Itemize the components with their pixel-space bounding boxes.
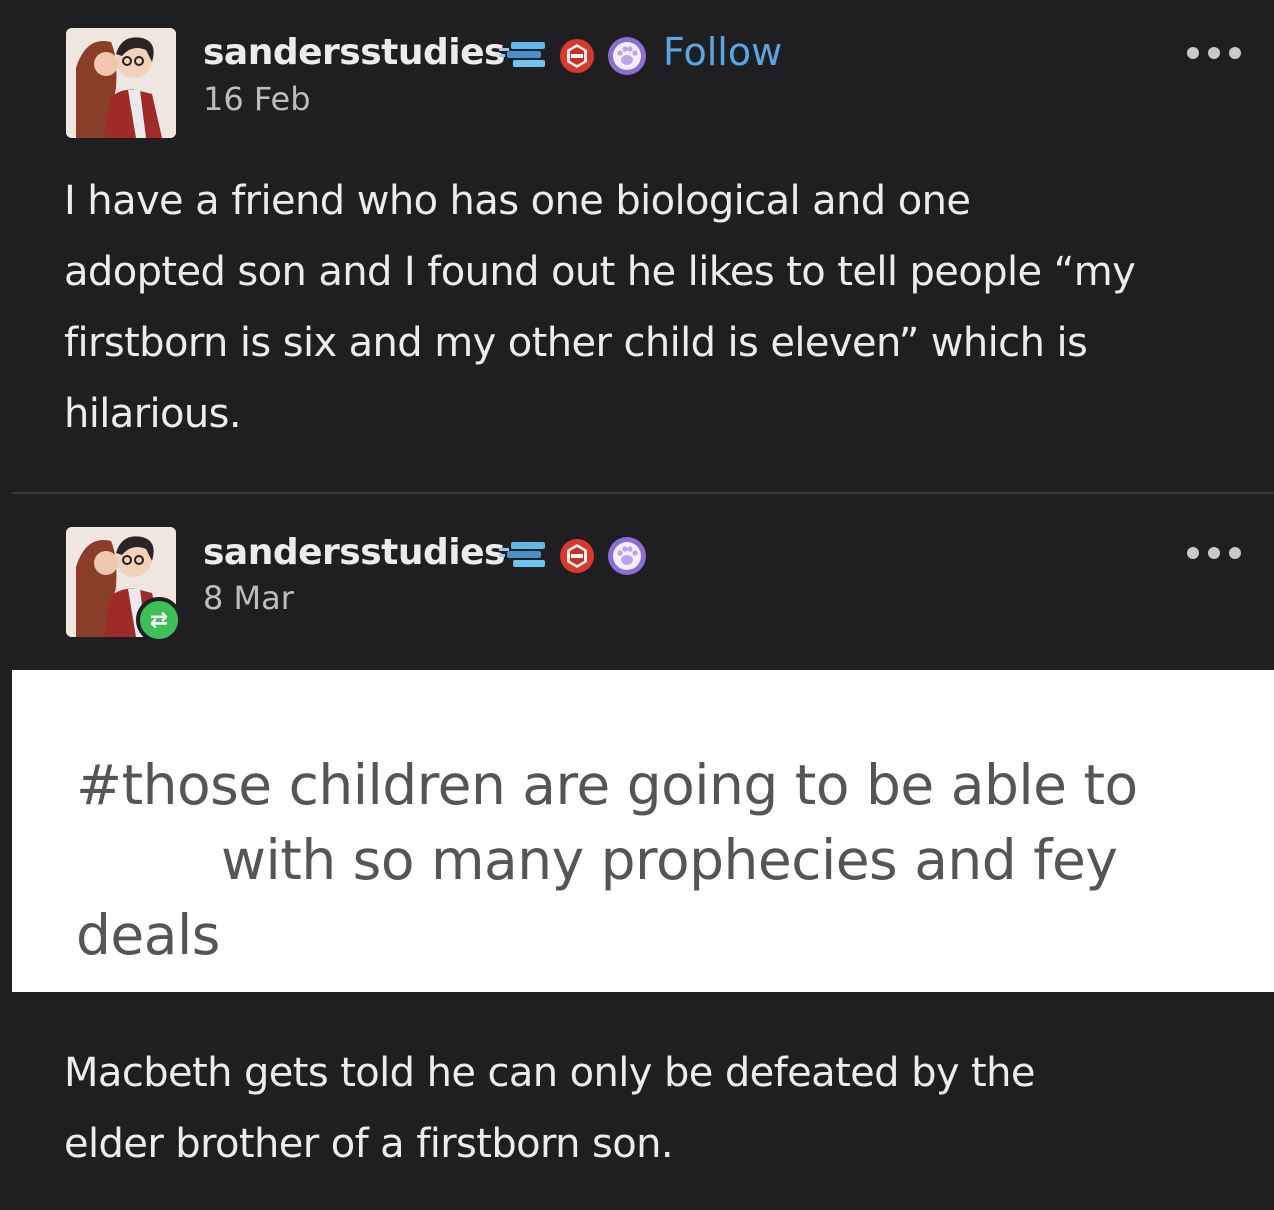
more-dot [1208, 47, 1220, 59]
tags-panel: #those children are going to be able to … [12, 670, 1274, 992]
more-dot [1229, 47, 1241, 59]
tags-text: #those children are going to be able to … [76, 748, 1216, 973]
purple-paw-badge-icon[interactable] [605, 34, 649, 78]
reblog-author-username[interactable]: sandersstudies [203, 532, 505, 573]
red-hexagon-badge-icon[interactable] [557, 36, 597, 76]
post-body-line: I have a friend who has one biological a… [64, 178, 971, 224]
post-body-line: firstborn is six and my other child is e… [64, 320, 1088, 366]
more-dot [1187, 547, 1199, 559]
tag-line[interactable]: deals [76, 898, 1216, 973]
avatar[interactable] [66, 28, 176, 138]
post-date[interactable]: 16 Feb [203, 80, 311, 118]
reblog-body-line: elder brother of a firstborn son. [64, 1121, 674, 1167]
stacked-books-icon[interactable] [497, 36, 549, 76]
avatar[interactable]: ⇄ [66, 527, 182, 643]
reblog-divider [12, 492, 1274, 494]
user-badges [497, 534, 649, 578]
reblog-header: ⇄ sandersstudies 8 Mar [0, 500, 1274, 643]
more-options-icon[interactable] [1187, 47, 1241, 59]
post-header: sandersstudies 16 Feb Follow [0, 0, 1274, 140]
user-badges [497, 34, 649, 78]
tag-line[interactable]: #those children are going to be able to [76, 748, 1216, 823]
red-hexagon-badge-icon[interactable] [557, 536, 597, 576]
tag-line[interactable]: with so many prophecies and fey [76, 823, 1216, 898]
more-dot [1229, 547, 1241, 559]
reblog-body: Macbeth gets told he can only be defeate… [64, 1038, 1254, 1180]
stacked-books-icon[interactable] [497, 536, 549, 576]
reblog-icon: ⇄ [136, 597, 182, 643]
purple-paw-badge-icon[interactable] [605, 534, 649, 578]
follow-button[interactable]: Follow [663, 30, 782, 74]
more-dot [1208, 547, 1220, 559]
post-body: I have a friend who has one biological a… [64, 166, 1254, 450]
post-author-username[interactable]: sandersstudies [203, 32, 505, 73]
more-options-icon[interactable] [1187, 547, 1241, 559]
post-body-line: hilarious. [64, 391, 242, 437]
reblog-body-line: Macbeth gets told he can only be defeate… [64, 1050, 1035, 1096]
more-dot [1187, 47, 1199, 59]
post-body-line: adopted son and I found out he likes to … [64, 249, 1136, 295]
reblog-date[interactable]: 8 Mar [203, 579, 294, 617]
